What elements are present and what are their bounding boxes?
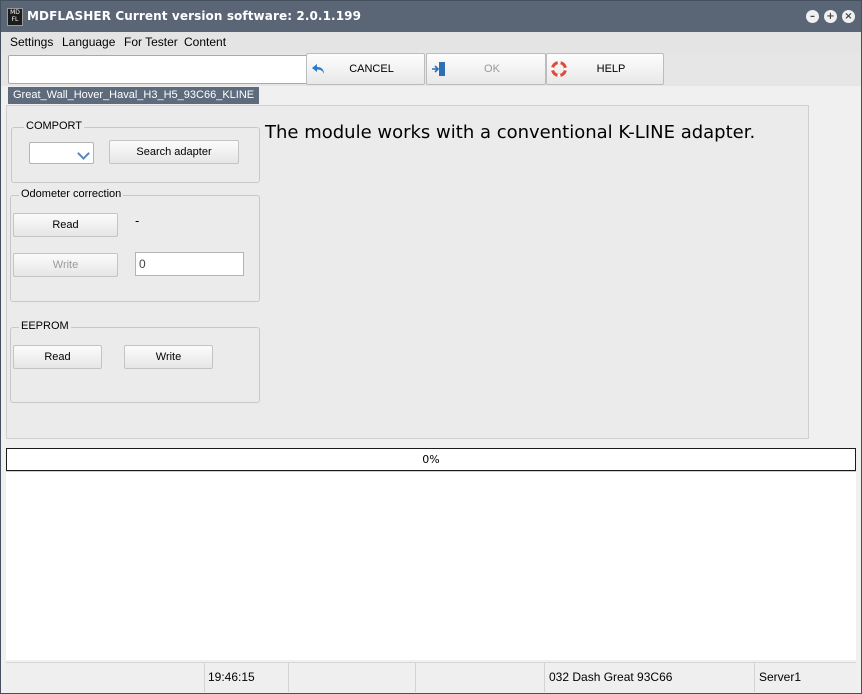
tab-module[interactable]: Great_Wall_Hover_Haval_H3_H5_93C66_KLINE [8,87,260,104]
window-title: MDFLASHER Current version software: 2.0.… [27,9,362,23]
menu-language[interactable]: Language [62,35,115,49]
menu-bar: Settings Language For Tester Content [1,32,861,52]
menu-content[interactable]: Content [184,35,226,49]
app-window: MD FL MDFLASHER Current version software… [0,0,862,694]
menu-settings[interactable]: Settings [10,35,53,49]
odometer-read-value: - [135,214,140,228]
odometer-group: Odometer correction Read - Write 0 [10,188,260,302]
eeprom-group-title: EEPROM [19,320,71,332]
comport-group: COMPORT Search adapter [11,120,260,183]
odometer-read-button[interactable]: Read [13,213,118,237]
minimize-icon[interactable]: – [806,10,819,23]
help-button-label: HELP [596,63,626,75]
log-area[interactable] [6,471,856,660]
progress-text: 0% [422,453,440,466]
progress-bar: 0% [6,448,856,471]
module-info-text: The module works with a conventional K-L… [265,122,756,143]
status-bar: 19:46:15 032 Dash Great 93C66 Server1 [6,662,856,692]
status-cell-empty-1 [6,663,205,692]
status-device: 032 Dash Great 93C66 [545,663,755,692]
chevron-down-icon [77,147,90,160]
odometer-group-title: Odometer correction [19,188,124,200]
eeprom-read-button[interactable]: Read [13,345,102,369]
status-time: 19:46:15 [204,663,289,692]
ok-button-label: OK [484,63,500,75]
title-bar: MD FL MDFLASHER Current version software… [1,1,861,32]
status-cell-empty-2 [289,663,416,692]
search-adapter-button[interactable]: Search adapter [109,140,239,164]
cancel-button[interactable]: CANCEL [306,53,425,85]
comport-group-title: COMPORT [24,120,85,132]
module-panel: COMPORT Search adapter Odometer correcti… [6,105,809,439]
eeprom-write-button[interactable]: Write [124,345,213,369]
eeprom-group: EEPROM Read Write [10,320,260,403]
toolbar: CANCEL OK HELP [1,52,861,86]
app-logo-icon: MD FL [7,8,23,26]
help-button[interactable]: HELP [546,53,664,85]
menu-for-tester[interactable]: For Tester [124,35,178,49]
ok-button[interactable]: OK [426,53,546,85]
odometer-write-button[interactable]: Write [13,253,118,277]
toolbar-input[interactable] [8,55,309,84]
status-server: Server1 [759,670,802,684]
close-icon[interactable]: × [842,10,855,23]
cancel-button-label: CANCEL [349,63,394,75]
maximize-icon[interactable]: + [824,10,837,23]
odometer-value-field[interactable]: 0 [135,252,244,276]
comport-select[interactable] [29,142,94,164]
status-cell-empty-3 [416,663,545,692]
